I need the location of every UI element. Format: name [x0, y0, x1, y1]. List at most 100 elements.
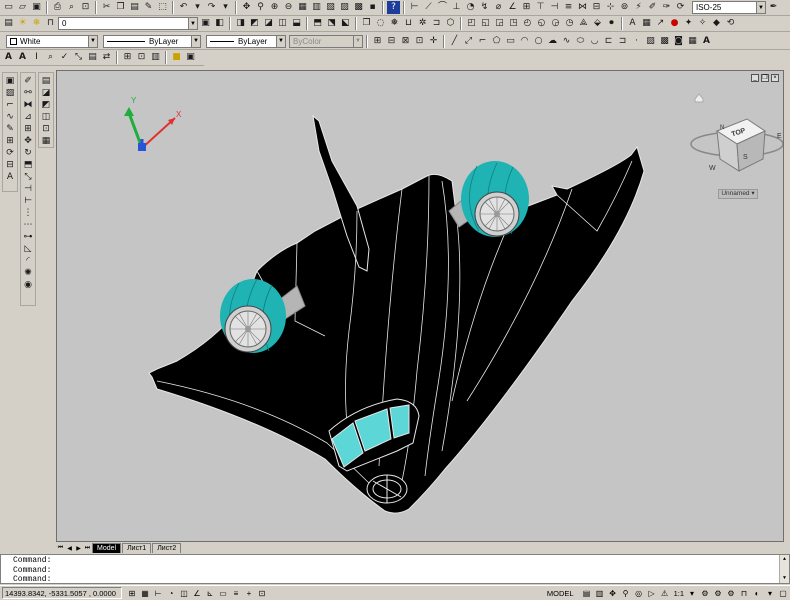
coordinate-readout[interactable]: 14393.8342, -5331.5057 , 0.0000 — [2, 587, 122, 599]
chamfer-icon[interactable]: ◺ — [22, 244, 34, 255]
layer-all-on-icon[interactable]: ⬡ — [444, 17, 457, 30]
workspace-switching-icon[interactable]: ⚙ — [725, 587, 737, 599]
paste-icon[interactable]: ▤ — [128, 1, 141, 14]
layer-unisolate-icon[interactable]: ◪ — [262, 17, 275, 30]
quickcalc-icon[interactable]: ▪ — [366, 1, 379, 14]
copy-icon[interactable]: ❐ — [114, 1, 127, 14]
visual-style-icon[interactable]: ● — [668, 17, 681, 30]
dynamic-ucs-icon[interactable]: ⊾ — [204, 587, 216, 599]
arc-icon[interactable]: ◠ — [518, 35, 531, 48]
edit-polyline-icon[interactable]: ⌐ — [4, 100, 16, 111]
break-at-point-icon[interactable]: ⋮ — [22, 208, 34, 219]
extend-icon[interactable]: ⊢ — [22, 196, 34, 207]
redo-dropdown-icon[interactable]: ▾ — [219, 1, 232, 14]
ortho-mode-icon[interactable]: ⊢ — [152, 587, 164, 599]
annotation-visibility-icon[interactable]: ⚙ — [699, 587, 711, 599]
scale-icon[interactable]: ⬒ — [22, 160, 34, 171]
first-tab-icon[interactable]: ⏮ — [56, 544, 65, 553]
find-text-icon[interactable]: ⌕ — [44, 51, 57, 64]
edit-text-icon[interactable]: A — [4, 172, 16, 183]
layer-off-icon[interactable]: ◌ — [374, 17, 387, 30]
construction-line-icon[interactable]: ⤢ — [462, 35, 475, 48]
dimension-style-icon[interactable]: ✒ — [767, 1, 780, 14]
dimstyle-select[interactable]: ISO-25 ▼ — [692, 1, 766, 14]
single-line-text-icon[interactable]: A — [16, 51, 29, 64]
dim-jogged-icon[interactable]: ↯ — [478, 1, 491, 14]
match-properties-icon[interactable]: ✎ — [142, 1, 155, 14]
scroll-down-icon[interactable]: ▼ — [783, 574, 786, 584]
offset-icon[interactable]: ⊿ — [22, 112, 34, 123]
tool-palettes-icon[interactable]: ▧ — [324, 1, 337, 14]
sync-attribute-icon[interactable]: ⟳ — [4, 148, 16, 159]
quick-view-drawings-icon[interactable]: ▥ — [594, 587, 606, 599]
design-center-icon[interactable]: ▥ — [310, 1, 323, 14]
toolbar-lock-icon[interactable]: ⊓ — [738, 587, 750, 599]
mleader-style-icon[interactable]: ↗ — [654, 17, 667, 30]
model-canvas[interactable]: X Y TOP N E S W — [57, 71, 784, 542]
color-select[interactable]: White ▼ — [6, 34, 98, 48]
insert-block-icon[interactable]: ⊏ — [602, 35, 615, 48]
lights-icon[interactable]: ✧ — [696, 17, 709, 30]
update-field-icon[interactable]: ⊡ — [135, 51, 148, 64]
view-back-icon[interactable]: ◵ — [535, 17, 548, 30]
edit-attribute-icon[interactable]: ✎ — [4, 124, 16, 135]
layer-change-icon[interactable]: ⬓ — [290, 17, 303, 30]
layer-select[interactable]: 0 ▼ — [58, 17, 198, 30]
isolate-objects-icon[interactable]: ◐ — [751, 587, 763, 599]
view-bottom-icon[interactable]: ◱ — [479, 17, 492, 30]
tab-model[interactable]: Model — [92, 543, 122, 553]
render-icon[interactable]: ✦ — [682, 17, 695, 30]
tab-layout2[interactable]: Лист2 — [152, 543, 182, 553]
layer-freeze-vp-icon[interactable]: ❅ — [388, 17, 401, 30]
command-prompt[interactable]: Command: — [13, 575, 789, 585]
rectangle-icon[interactable]: ▭ — [504, 35, 517, 48]
new-file-icon[interactable]: ▭ — [2, 1, 15, 14]
dim-update-icon[interactable]: ⟳ — [674, 1, 687, 14]
inspection-icon[interactable]: ⊚ — [618, 1, 631, 14]
dim-angular-icon[interactable]: ∠ — [506, 1, 519, 14]
quick-dim-icon[interactable]: ⊞ — [520, 1, 533, 14]
status-menu-icon[interactable]: ▾ — [764, 587, 776, 599]
make-block-icon[interactable]: ⊐ — [616, 35, 629, 48]
lineweight-select[interactable]: ByLayer ▼ — [206, 34, 286, 48]
annotation-scale-value[interactable]: 1:1 — [674, 589, 684, 598]
polar-tracking-icon[interactable]: ◔ — [165, 587, 177, 599]
dynamic-input-icon[interactable]: ▭ — [217, 587, 229, 599]
linetype-select[interactable]: ByLayer ▼ — [103, 34, 201, 48]
center-mark-icon[interactable]: ⊹ — [604, 1, 617, 14]
text-front-icon[interactable]: ⊡ — [40, 124, 52, 135]
zoom-realtime-icon[interactable]: ⚲ — [254, 1, 267, 14]
cut-icon[interactable]: ✂ — [100, 1, 113, 14]
block-editor-icon[interactable]: ⬚ — [156, 1, 169, 14]
redo-icon[interactable]: ↷ — [205, 1, 218, 14]
draw-order-icon[interactable]: ▣ — [4, 76, 16, 87]
chevron-down-icon[interactable]: ▼ — [191, 35, 200, 47]
annotation-scale-icon[interactable]: ⚠ — [659, 587, 671, 599]
block-attribute-icon[interactable]: ⊞ — [4, 136, 16, 147]
convert-distance-icon[interactable]: ⇄ — [100, 51, 113, 64]
home-icon[interactable] — [694, 93, 704, 103]
dim-ordinate-icon[interactable]: ⊥ — [450, 1, 463, 14]
pan-icon[interactable]: ✥ — [240, 1, 253, 14]
rotate-icon[interactable]: ↻ — [22, 148, 34, 159]
plot-icon[interactable]: ⎙ — [51, 1, 64, 14]
text-scale-icon[interactable]: ⤡ — [72, 51, 85, 64]
layer-freeze-icon[interactable]: ❄ — [30, 17, 43, 30]
copy-objects-icon[interactable]: ❐ — [360, 17, 373, 30]
boolean-icon[interactable]: ◉ — [22, 280, 34, 291]
help-icon[interactable]: ? — [387, 1, 400, 14]
view-nw-iso-icon[interactable]: ⬙ — [591, 17, 604, 30]
dim-arc-icon[interactable]: ⌒ — [436, 1, 449, 14]
drawing-viewport[interactable]: _ ❐ × X Y TOP N E S W Unnamed ▾ — [56, 70, 784, 542]
ellipse-arc-icon[interactable]: ◡ — [588, 35, 601, 48]
tolerance-icon[interactable]: ⊟ — [590, 1, 603, 14]
make-current-layer-icon[interactable]: ▣ — [199, 17, 212, 30]
dim-space-icon[interactable]: ≡ — [562, 1, 575, 14]
send-under-icon[interactable]: ◫ — [40, 112, 52, 123]
table-icon[interactable]: ▦ — [686, 35, 699, 48]
fillet-icon[interactable]: ◜ — [22, 256, 34, 267]
revcloud-icon[interactable]: ☁ — [546, 35, 559, 48]
layer-on-icon[interactable]: ☀ — [16, 17, 29, 30]
move-icon[interactable]: ✥ — [22, 136, 34, 147]
copy-object-icon[interactable]: ⚯ — [22, 88, 34, 99]
